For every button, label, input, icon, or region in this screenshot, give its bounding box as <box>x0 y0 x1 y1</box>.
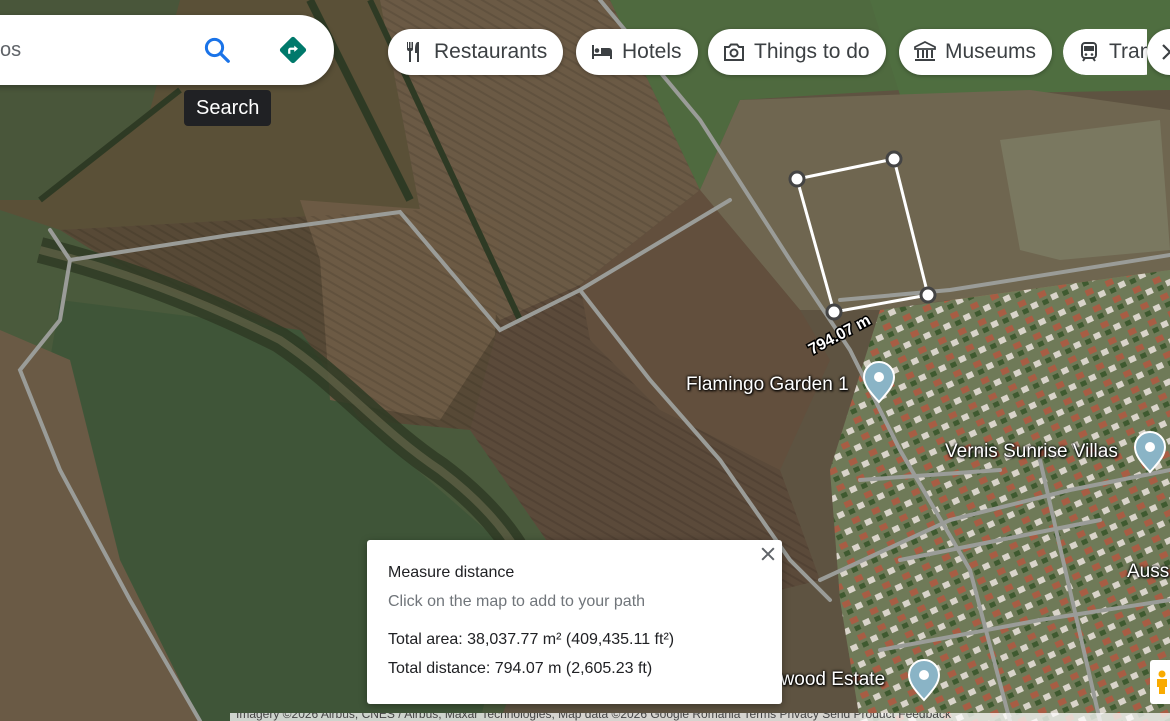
camera-icon <box>724 43 744 61</box>
street-view-pegman[interactable] <box>1150 660 1170 704</box>
chip-hotels[interactable]: Hotels <box>576 29 698 75</box>
search-tooltip: Search <box>184 90 272 126</box>
search-box[interactable]: os <box>0 15 334 85</box>
measure-distance-panel: Measure distance Click on the map to add… <box>367 540 782 704</box>
chip-restaurants[interactable]: Restaurants <box>388 29 564 75</box>
total-distance: Total distance: 794.07 m (2,605.23 ft) <box>388 660 653 677</box>
place-label-wood-estate[interactable]: nwood Estate <box>770 669 885 691</box>
chip-label: Restaurants <box>434 40 548 63</box>
attribution-text: Imagery ©2026 Airbus, CNES / Airbus, Max… <box>236 713 951 721</box>
pegman-icon <box>1157 670 1167 694</box>
place-label-vernis[interactable]: Vernis Sunrise Villas <box>945 441 1118 463</box>
fork-knife-icon <box>407 42 419 62</box>
chip-label: Things to do <box>754 40 870 63</box>
bed-icon <box>592 45 612 59</box>
place-label-flamingo[interactable]: Flamingo Garden 1 <box>686 374 849 396</box>
measure-hint: Click on the map to add to your path <box>388 593 646 610</box>
museum-icon <box>914 40 936 61</box>
measure-title: Measure distance <box>388 564 515 581</box>
directions-icon[interactable] <box>278 35 308 65</box>
close-icon[interactable] <box>758 544 778 564</box>
chip-label: Tran <box>1109 40 1147 63</box>
chip-label: Hotels <box>622 40 682 63</box>
chip-transit[interactable]: Tran <box>1063 29 1147 75</box>
chip-things-to-do[interactable]: Things to do <box>708 29 886 75</box>
search-icon[interactable] <box>202 35 232 65</box>
search-input[interactable]: os <box>0 39 21 62</box>
map-attribution: Imagery ©2026 Airbus, CNES / Airbus, Max… <box>230 713 1170 721</box>
place-label-auss[interactable]: Auss <box>1127 561 1169 583</box>
train-icon <box>1081 42 1097 62</box>
chip-museums[interactable]: Museums <box>899 29 1053 75</box>
chip-label: Museums <box>945 40 1037 63</box>
chip-transit-clip: Tran <box>1063 29 1147 75</box>
total-area: Total area: 38,037.77 m² (409,435.11 ft²… <box>388 631 675 648</box>
chevron-right-icon <box>1162 44 1170 60</box>
